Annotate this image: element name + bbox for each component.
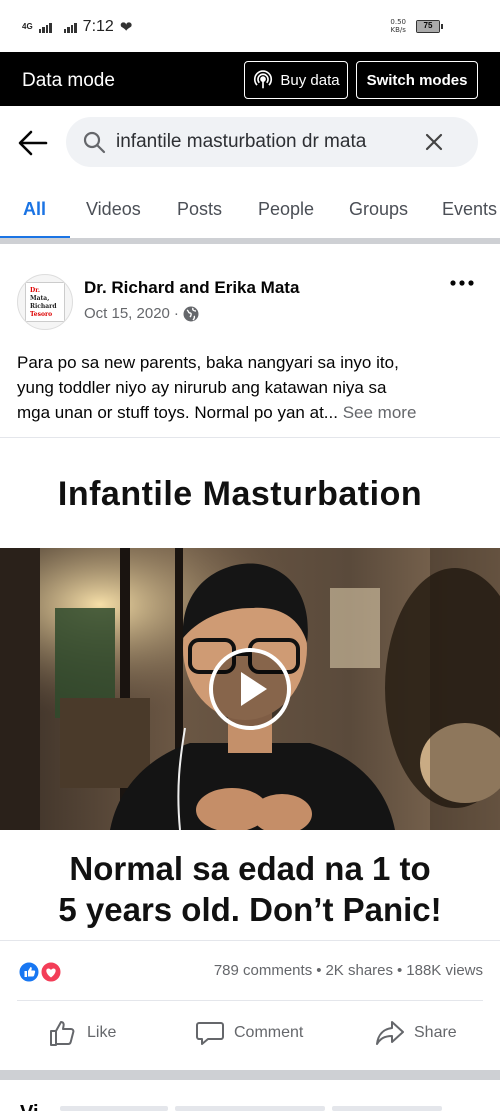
avatar-text-2: Mata,	[30, 295, 50, 302]
stats-dot: •	[397, 962, 403, 979]
post-divider	[0, 437, 500, 438]
more-options-icon[interactable]	[450, 278, 474, 288]
reaction-icons	[17, 960, 63, 984]
post-author[interactable]: Dr. Richard and Erika Mata	[84, 278, 299, 298]
post-header: Dr. Mata, Richard Tesoro Dr. Richard and…	[0, 262, 500, 342]
next-section-item[interactable]	[60, 1106, 168, 1111]
globe-icon	[183, 306, 199, 321]
status-left: 4G 7:12 ❤	[22, 18, 132, 36]
back-button[interactable]	[16, 126, 50, 160]
video-caption-line: 5 years old. Don’t Panic!	[58, 891, 442, 928]
stats-dot: •	[316, 962, 322, 979]
meta-separator: ·	[173, 305, 179, 322]
video-caption-line: Normal sa edad na 1 to	[69, 850, 431, 887]
share-label: Share	[414, 1024, 457, 1041]
tab-groups[interactable]: Groups	[349, 199, 408, 220]
tab-posts[interactable]: Posts	[177, 199, 222, 220]
section-divider	[0, 1070, 500, 1080]
share-button[interactable]: Share	[375, 1016, 457, 1050]
data-mode-bar: Data mode Buy data Switch modes	[0, 52, 500, 106]
post-text-line: yung toddler niyo ay nirurub ang katawan…	[17, 378, 387, 397]
comment-icon	[196, 1022, 224, 1045]
post-text: Para po sa new parents, baka nangyari sa…	[17, 350, 489, 425]
clock: 7:12	[82, 18, 114, 35]
share-icon	[376, 1021, 404, 1045]
signal-icon-2	[63, 22, 77, 33]
avatar[interactable]: Dr. Mata, Richard Tesoro	[17, 274, 73, 330]
avatar-text-3: Richard	[30, 303, 57, 310]
next-section-item[interactable]	[175, 1106, 325, 1111]
play-icon[interactable]	[207, 646, 293, 732]
status-bar: 4G 7:12 ❤ 0.50 KB/s 75	[0, 0, 500, 52]
comment-label: Comment	[234, 1024, 304, 1041]
search-query: infantile masturbation dr mata	[116, 131, 367, 152]
search-icon	[83, 131, 106, 154]
switch-modes-button[interactable]: Switch modes	[356, 61, 478, 99]
post-date[interactable]: Oct 15, 2020	[84, 305, 170, 322]
battery-level: 75	[417, 20, 439, 32]
shares-count[interactable]: 2K shares	[325, 962, 393, 979]
comment-button[interactable]: Comment	[195, 1016, 303, 1050]
like-button[interactable]: Like	[48, 1016, 116, 1050]
heart-icon: ❤	[119, 19, 133, 36]
buy-data-button[interactable]: Buy data	[244, 61, 348, 99]
post-stats: 789 comments • 2K shares • 188K views	[214, 962, 483, 979]
avatar-text-1: Dr.	[30, 287, 40, 294]
avatar-text-4: Tesoro	[30, 311, 53, 318]
post-text-line: Para po sa new parents, baka nangyari sa…	[17, 353, 399, 372]
next-section-heading: Vi	[20, 1102, 39, 1111]
battery-icon: 75	[416, 19, 443, 33]
tabs-divider	[0, 238, 500, 244]
data-mode-title: Data mode	[22, 70, 115, 91]
tab-events[interactable]: Events	[442, 199, 497, 220]
thumbs-up-icon	[50, 1021, 75, 1046]
broadcast-icon	[254, 70, 273, 89]
see-more-link[interactable]: See more	[343, 403, 417, 422]
like-label: Like	[87, 1024, 117, 1041]
avatar-logo: Dr. Mata, Richard Tesoro	[25, 282, 65, 322]
video-title: Infantile Masturbation	[57, 475, 423, 513]
views-count: 188K views	[406, 962, 483, 979]
signal-icon	[38, 22, 52, 33]
video-thumbnail[interactable]	[0, 548, 500, 830]
status-right: 0.50 KB/s 75	[390, 18, 443, 34]
comments-count[interactable]: 789 comments	[214, 962, 312, 979]
next-section-item[interactable]	[332, 1106, 442, 1111]
tab-videos[interactable]: Videos	[86, 199, 141, 220]
post-meta: Oct 15, 2020 ·	[84, 305, 199, 322]
actions-divider	[17, 1000, 483, 1001]
search-input[interactable]: infantile masturbation dr mata	[66, 117, 478, 167]
post-text-line: mga unan or stuff toys. Normal po yan at…	[17, 403, 338, 422]
search-tabs: All Videos Posts People Groups Events	[0, 185, 500, 241]
tab-people[interactable]: People	[258, 199, 314, 220]
network-speed: 0.50 KB/s	[390, 18, 406, 34]
buy-data-label: Buy data	[280, 71, 340, 89]
reactions[interactable]	[17, 960, 65, 984]
network-type: 4G	[22, 22, 33, 31]
stats-divider	[0, 940, 500, 941]
speed-value: 0.50	[390, 18, 406, 26]
tab-all[interactable]: All	[23, 199, 46, 220]
clear-icon[interactable]	[424, 132, 444, 152]
video-caption: Normal sa edad na 1 to 5 years old. Don’…	[0, 848, 500, 930]
speed-unit: KB/s	[390, 26, 406, 34]
back-arrow-icon	[18, 130, 48, 156]
post-text-line-last: mga unan or stuff toys. Normal po yan at…	[17, 400, 489, 425]
